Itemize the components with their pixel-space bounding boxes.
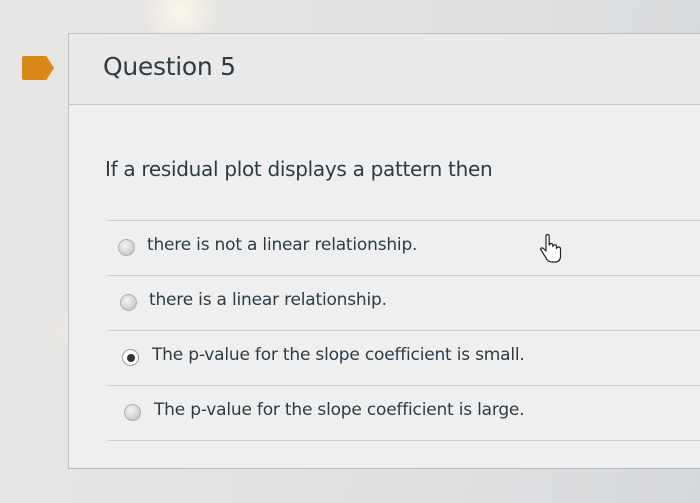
answer-label[interactable]: there is a linear relationship.	[149, 290, 387, 310]
radio-button[interactable]	[124, 404, 141, 421]
answer-label[interactable]: there is not a linear relationship.	[147, 235, 417, 255]
answer-option[interactable]: The p-value for the slope coefficient is…	[107, 330, 700, 385]
question-header: Question 5	[69, 34, 700, 105]
question-title: Question 5	[103, 52, 236, 81]
answer-label[interactable]: The p-value for the slope coefficient is…	[152, 345, 525, 365]
answers-list: there is not a linear relationship. ther…	[107, 220, 700, 441]
question-text: If a residual plot displays a pattern th…	[105, 157, 493, 181]
answer-label[interactable]: The p-value for the slope coefficient is…	[154, 400, 525, 420]
answer-option[interactable]: there is not a linear relationship.	[107, 220, 700, 275]
answer-option[interactable]: there is a linear relationship.	[107, 275, 700, 330]
answer-option[interactable]: The p-value for the slope coefficient is…	[107, 385, 700, 441]
radio-button[interactable]	[120, 294, 137, 311]
radio-button-selected[interactable]	[122, 349, 139, 366]
question-card: Question 5 If a residual plot displays a…	[68, 33, 700, 469]
radio-button[interactable]	[118, 239, 135, 256]
hand-pointer-cursor-icon	[539, 234, 562, 263]
